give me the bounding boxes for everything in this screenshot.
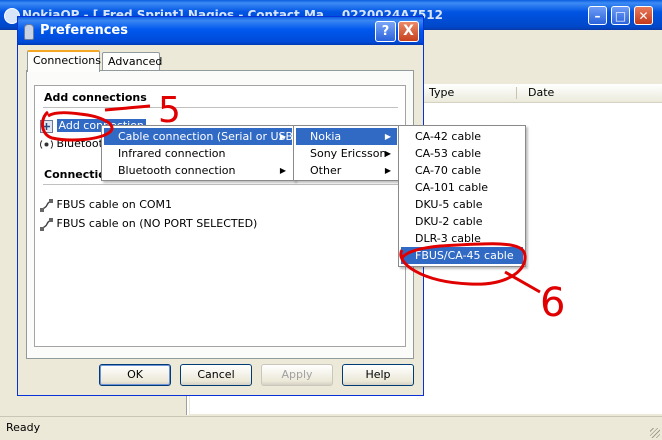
dialog-close-button[interactable]: X — [398, 21, 419, 42]
connection-type-menu: Cable connection (Serial or USB) ▶ Infra… — [101, 125, 297, 181]
menu-item-label: Infrared connection — [118, 147, 226, 160]
menu-item-label: Other — [310, 164, 342, 177]
message-list-header: Type Date — [424, 84, 662, 103]
help-button[interactable]: Help — [342, 364, 414, 386]
submenu-arrow-icon: ▶ — [384, 166, 391, 175]
menu-item-bluetooth-connection[interactable]: Bluetooth connection ▶ — [104, 162, 292, 179]
menu-item-ca-42[interactable]: CA-42 cable — [401, 128, 523, 145]
preferences-dialog: Preferences ? X Connections Advanced Add… — [17, 16, 424, 396]
menu-item-cable-connection[interactable]: Cable connection (Serial or USB) ▶ — [104, 128, 297, 145]
cable-icon — [40, 217, 53, 231]
connection-item[interactable]: FBUS cable on (NO PORT SELECTED) — [40, 217, 257, 231]
bluetooth-item[interactable]: Bluetooth — [40, 137, 110, 151]
maximize-button[interactable]: □ — [611, 6, 630, 25]
menu-item-label: Sony Ericsson — [310, 147, 387, 160]
dialog-titlebar[interactable]: Preferences ? X — [18, 17, 423, 45]
manufacturer-menu: Nokia ▶ Sony Ericsson ▶ Other ▶ — [293, 125, 400, 181]
divider — [43, 184, 398, 185]
menu-item-other[interactable]: Other ▶ — [296, 162, 397, 179]
status-text: Ready — [6, 421, 41, 434]
cable-type-menu: CA-42 cable CA-53 cable CA-70 cable CA-1… — [398, 125, 526, 267]
window-close-button[interactable]: ✕ — [634, 6, 653, 25]
submenu-arrow-icon: ▶ — [384, 149, 391, 158]
menu-item-sony-ericsson[interactable]: Sony Ericsson ▶ — [296, 145, 397, 162]
menu-item-label: Bluetooth connection — [118, 164, 236, 177]
resize-grip-icon[interactable] — [650, 428, 660, 438]
menu-item-dku-5[interactable]: DKU-5 cable — [401, 196, 523, 213]
submenu-arrow-icon: ▶ — [279, 132, 286, 141]
menu-item-dku-2[interactable]: DKU-2 cable — [401, 213, 523, 230]
menu-item-fbus-ca-45[interactable]: FBUS/CA-45 cable — [401, 247, 523, 264]
menu-item-label: Cable connection (Serial or USB) — [118, 130, 298, 143]
ok-button[interactable]: OK — [99, 364, 171, 386]
titlebar-help-button[interactable]: ? — [375, 21, 396, 42]
menu-item-infrared-connection[interactable]: Infrared connection — [104, 145, 292, 162]
connection-item[interactable]: FBUS cable on COM1 — [40, 198, 172, 212]
column-separator[interactable] — [516, 87, 517, 99]
submenu-arrow-icon: ▶ — [279, 166, 286, 175]
dialog-title: Preferences — [40, 23, 128, 38]
connection-label: FBUS cable on COM1 — [56, 198, 173, 211]
cancel-button[interactable]: Cancel — [180, 364, 252, 386]
menu-item-dlr-3[interactable]: DLR-3 cable — [401, 230, 523, 247]
menu-item-nokia[interactable]: Nokia ▶ — [296, 128, 397, 145]
connection-label: FBUS cable on (NO PORT SELECTED) — [56, 217, 258, 230]
menu-item-label: Nokia — [310, 130, 342, 143]
cable-icon — [40, 198, 53, 212]
column-header-type[interactable]: Type — [429, 86, 454, 99]
minimize-button[interactable]: – — [588, 6, 607, 25]
column-header-date[interactable]: Date — [528, 86, 554, 99]
divider — [43, 107, 398, 108]
bluetooth-icon — [40, 139, 53, 149]
submenu-arrow-icon: ▶ — [384, 132, 391, 141]
phone-icon — [24, 24, 34, 40]
menu-item-ca-70[interactable]: CA-70 cable — [401, 162, 523, 179]
menu-item-ca-53[interactable]: CA-53 cable — [401, 145, 523, 162]
apply-button[interactable]: Apply — [261, 364, 333, 386]
connections-panel: Add connections Add connection Bluetooth… — [26, 70, 414, 359]
add-connections-header: Add connections — [44, 91, 147, 104]
tab-advanced[interactable]: Advanced — [102, 52, 162, 71]
add-connection-icon — [40, 119, 53, 133]
status-bar: Ready — [0, 416, 662, 440]
menu-item-ca-101[interactable]: CA-101 cable — [401, 179, 523, 196]
tab-connections[interactable]: Connections — [27, 50, 101, 72]
